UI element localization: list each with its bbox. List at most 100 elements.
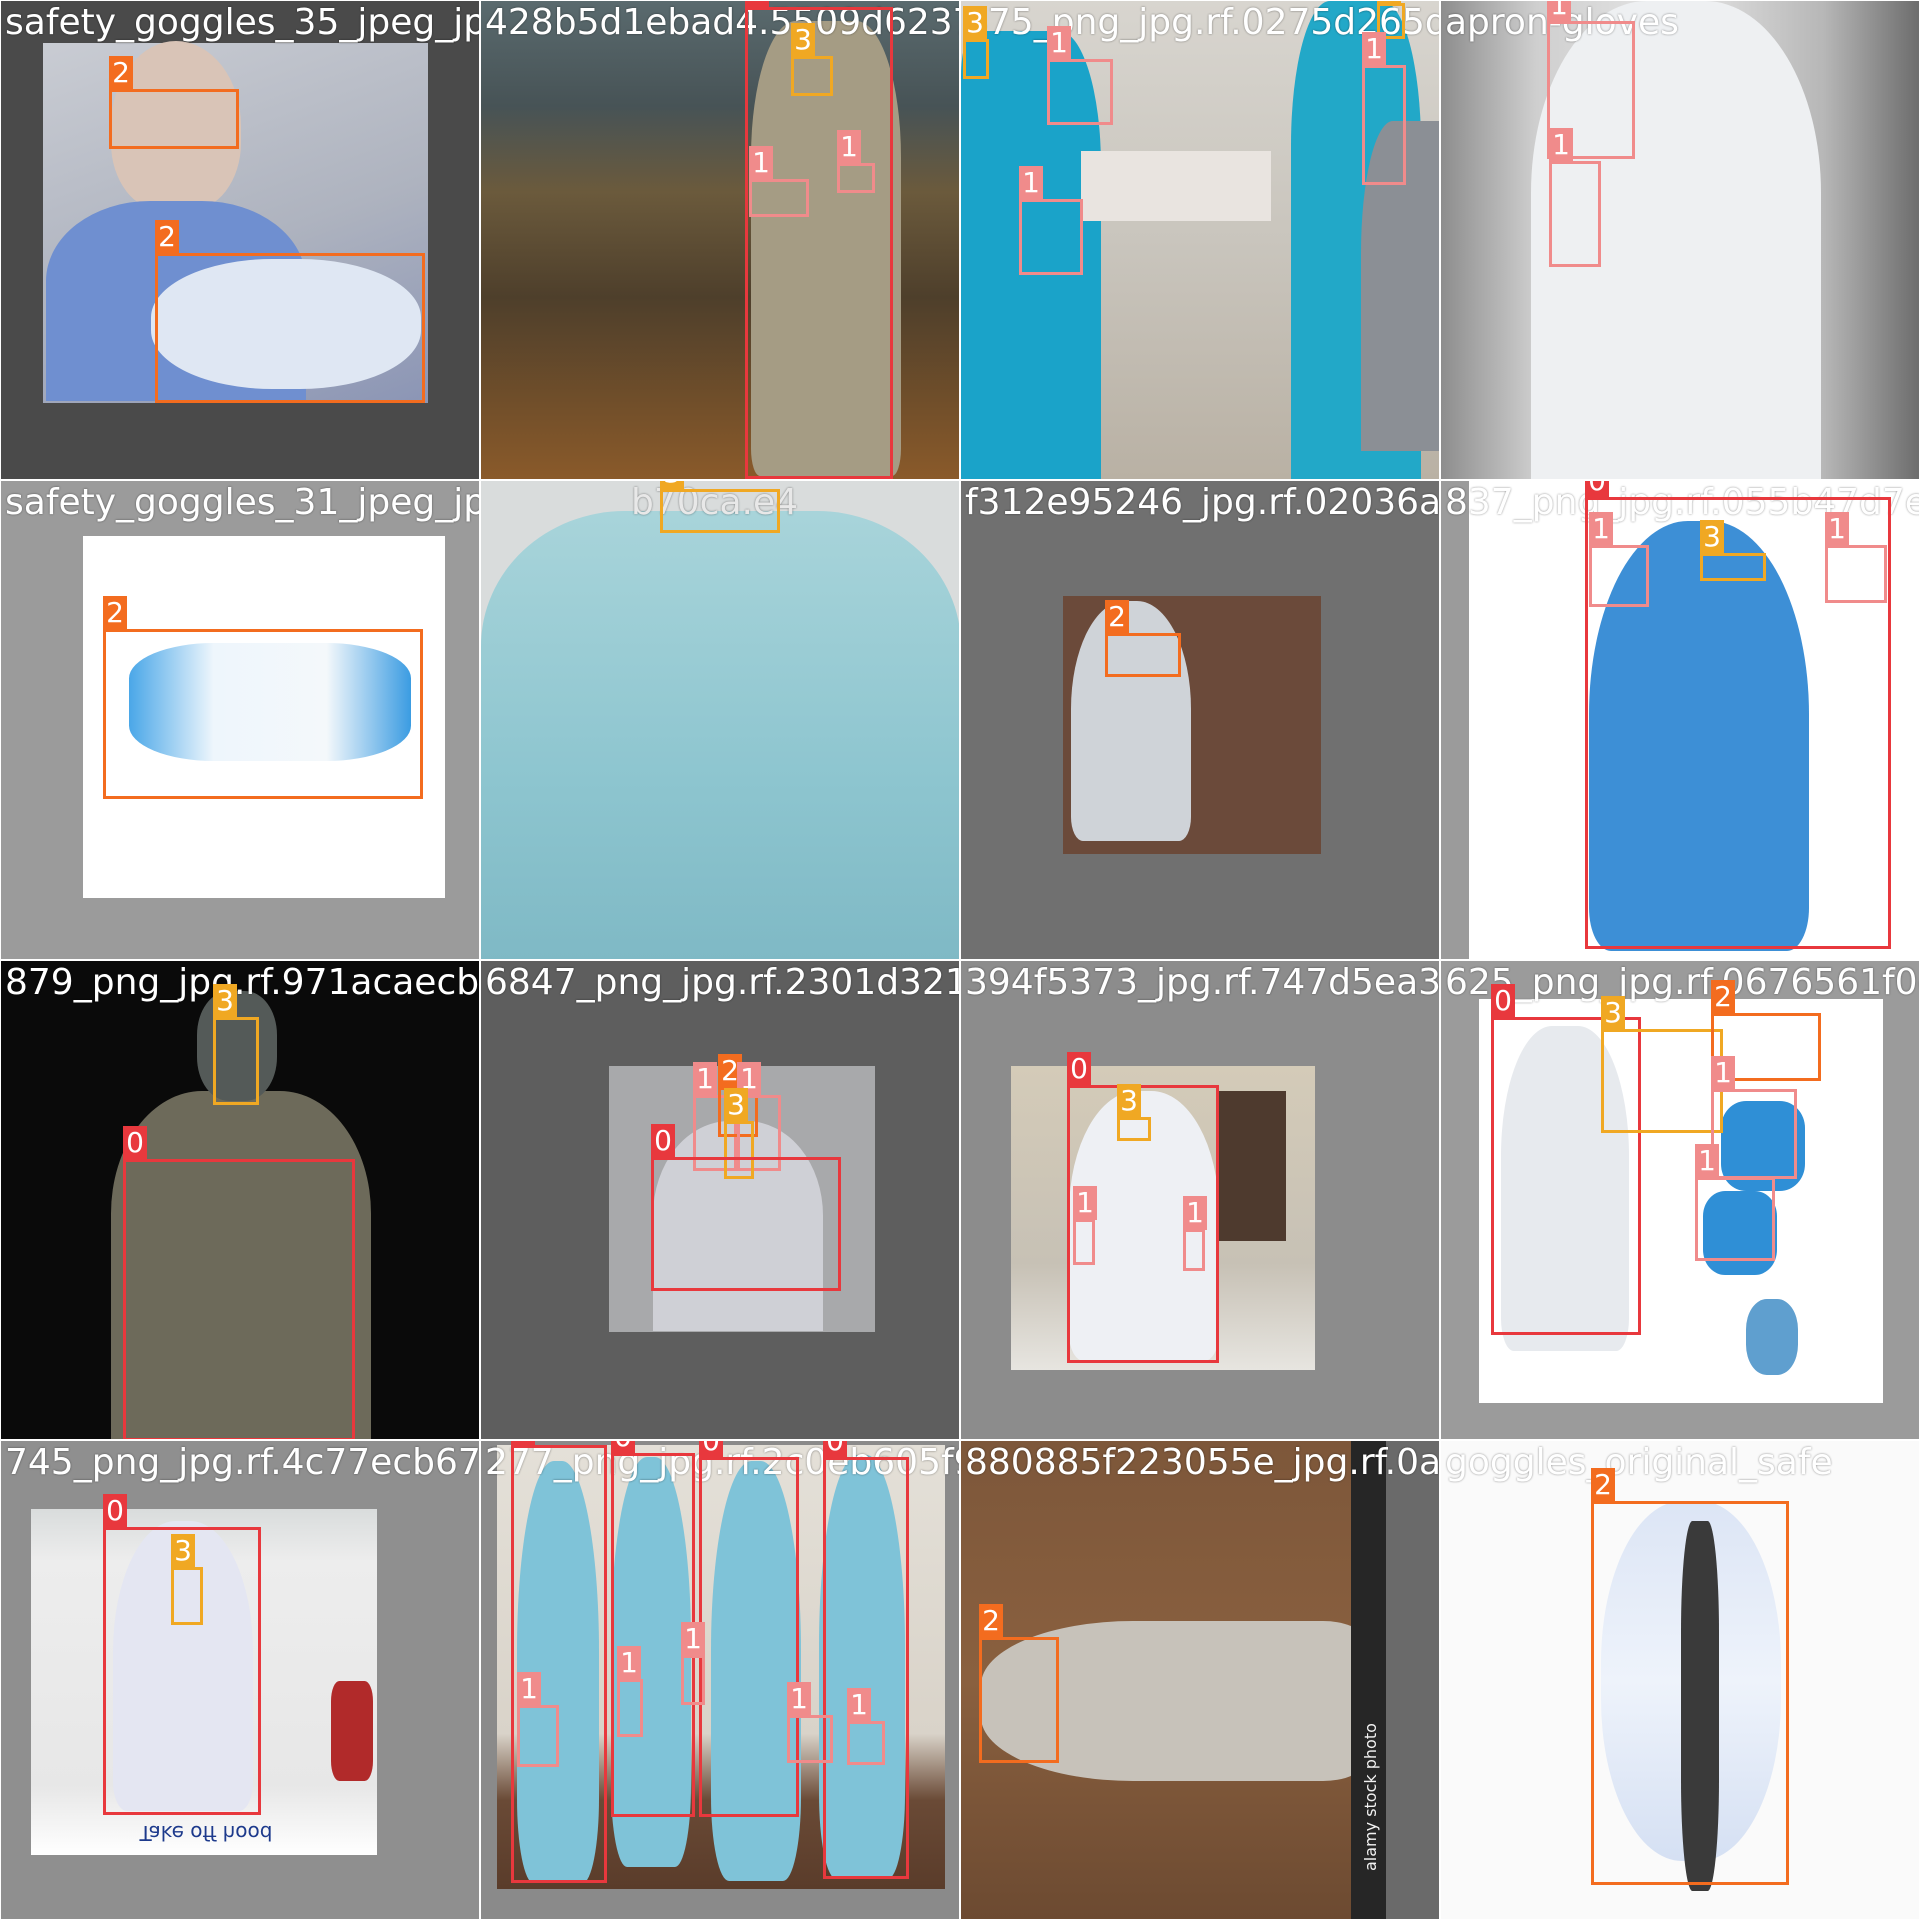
detection-box: 1 — [1073, 1186, 1097, 1265]
detection-box: 3 — [791, 23, 833, 96]
detection-box: 1 — [1183, 1196, 1207, 1271]
class-label: 3 — [791, 23, 815, 57]
class-label: 2 — [1591, 1468, 1615, 1502]
detection-box: 3 — [171, 1534, 203, 1625]
detection-box: 1 — [1047, 26, 1113, 125]
tile-filename: goggles_original_safe — [1445, 1442, 1833, 1483]
class-label: 0 — [511, 1441, 535, 1446]
person-figure — [481, 511, 959, 959]
mosaic-tile: 879_png_jpg.rf.971acaecb73 3 0 — [0, 960, 480, 1440]
class-label: 3 — [1601, 996, 1625, 1030]
class-label: 1 — [1549, 128, 1573, 162]
class-label: 3 — [660, 481, 684, 490]
detection-box: 2 — [1105, 600, 1181, 677]
class-label: 0 — [1067, 1052, 1091, 1086]
class-label: 1 — [787, 1682, 811, 1716]
class-label: 1 — [1825, 512, 1849, 546]
detection-box: 2 — [109, 56, 239, 149]
detection-mosaic: safety_goggles_35_jpeg_jpg 2 2 428b5d1eb… — [0, 0, 1920, 1920]
class-label: 3 — [1700, 520, 1724, 554]
class-label: 0 — [123, 1126, 147, 1160]
detection-box: 1 — [837, 130, 875, 193]
class-label: 1 — [749, 146, 773, 180]
detection-box: 1 — [1549, 128, 1601, 267]
watermark-text: alamy stock photo — [1361, 1723, 1380, 1871]
class-label: 3 — [963, 6, 987, 40]
mosaic-tile: b70ca.e4 3 — [480, 480, 960, 960]
mosaic-tile: goggles_original_safe 2 — [1440, 1440, 1920, 1920]
detection-box: 2 — [1591, 1468, 1789, 1885]
class-label: 1 — [1711, 1056, 1735, 1090]
class-label: 1 — [1362, 32, 1386, 66]
class-label: 1 — [1019, 166, 1043, 200]
class-label: 3 — [724, 1088, 748, 1122]
class-label: 1 — [1073, 1186, 1097, 1220]
class-label: 0 — [823, 1441, 847, 1458]
tile-photo — [1081, 151, 1271, 221]
mosaic-tile: 625_png_jpg.rf.0676561f0df5 0 3 2 1 1 — [1440, 960, 1920, 1440]
tile-filename: safety_goggles_31_jpeg_jpg — [5, 482, 480, 523]
tile-filename: f312e95246_jpg.rf.02036a8b8 — [965, 482, 1440, 523]
detection-box: 1 — [749, 146, 809, 217]
detection-box: 0 — [823, 1441, 909, 1879]
mosaic-tile: 6847_png_jpg.rf.2301d321aa4 1 2 1 3 0 — [480, 960, 960, 1440]
shoe-cover-product — [1746, 1299, 1798, 1375]
detection-box: 3 — [963, 6, 989, 79]
detection-box: 3 — [1601, 996, 1723, 1133]
tile-filename: 745_png_jpg.rf.4c77ecb6779 — [5, 1442, 480, 1483]
class-label: 1 — [1183, 1196, 1207, 1230]
class-label: 3 — [1117, 1084, 1141, 1118]
tile-photo — [1216, 1091, 1286, 1241]
mosaic-tile: 745_png_jpg.rf.4c77ecb6779 Take off hood… — [0, 1440, 480, 1920]
mosaic-tile: safety_goggles_35_jpeg_jpg 2 2 — [0, 0, 480, 480]
detection-box: 2 — [155, 220, 425, 403]
detection-box: 1 — [1825, 512, 1887, 603]
supply-bag — [331, 1681, 373, 1781]
detection-box: 2 — [979, 1604, 1059, 1763]
class-label: 3 — [171, 1534, 195, 1568]
tile-photo — [1441, 481, 1469, 959]
detection-box: 3 — [213, 984, 259, 1105]
class-label: 2 — [979, 1604, 1003, 1638]
class-label: 1 — [837, 130, 861, 164]
detection-box: 0 — [123, 1126, 355, 1439]
class-label: 2 — [155, 220, 179, 254]
class-label: 0 — [1585, 481, 1609, 498]
detection-box: 1 — [681, 1622, 705, 1705]
class-label: 1 — [693, 1062, 717, 1096]
detection-box: 1 — [787, 1682, 833, 1763]
class-label: 0 — [1491, 984, 1515, 1018]
detection-box: 1 — [517, 1672, 559, 1767]
detection-box: 1 — [847, 1688, 885, 1765]
class-label: 2 — [103, 596, 127, 630]
detection-box: 0 — [699, 1441, 799, 1817]
detection-box: 0 — [651, 1124, 841, 1291]
detection-box: 2 — [103, 596, 423, 799]
detection-box: 3 — [660, 481, 780, 533]
class-label: 0 — [699, 1441, 723, 1458]
class-label: 2 — [1105, 600, 1129, 634]
class-label: 1 — [681, 1622, 705, 1656]
mosaic-tile: safety_goggles_31_jpeg_jpg 2 — [0, 480, 480, 960]
class-label: 1 — [1589, 512, 1613, 546]
mosaic-tile: 394f5373_jpg.rf.747d5ea35de 0 3 1 1 — [960, 960, 1440, 1440]
detection-box: 1 — [1711, 1056, 1797, 1179]
detection-box: 1 — [617, 1646, 643, 1737]
mosaic-tile: 428b5d1ebad4.5509d62377 0 3 1 1 — [480, 0, 960, 480]
class-label: 1 — [517, 1672, 541, 1706]
tile-filename: 394f5373_jpg.rf.747d5ea35de — [965, 962, 1440, 1003]
detection-box: 3 — [1700, 520, 1766, 581]
class-label: 2 — [109, 56, 133, 90]
class-label: 3 — [1377, 1, 1401, 4]
class-label: 1 — [847, 1688, 871, 1722]
photo-caption: Take off hood — [139, 1821, 273, 1845]
mosaic-tile: 277_png_jpg.rf.2c0eb605f9c 0 0 0 0 1 1 1… — [480, 1440, 960, 1920]
tile-filename: safety_goggles_35_jpeg_jpg — [5, 2, 480, 43]
detection-box: 3 — [1117, 1084, 1151, 1141]
class-label: 1 — [1547, 1, 1571, 22]
class-label: 0 — [611, 1441, 635, 1454]
detection-box: 1 — [1589, 512, 1649, 607]
class-label: 1 — [1695, 1144, 1719, 1178]
mosaic-tile: f312e95246_jpg.rf.02036a8b8 2 — [960, 480, 1440, 960]
class-label: 3 — [213, 984, 237, 1018]
